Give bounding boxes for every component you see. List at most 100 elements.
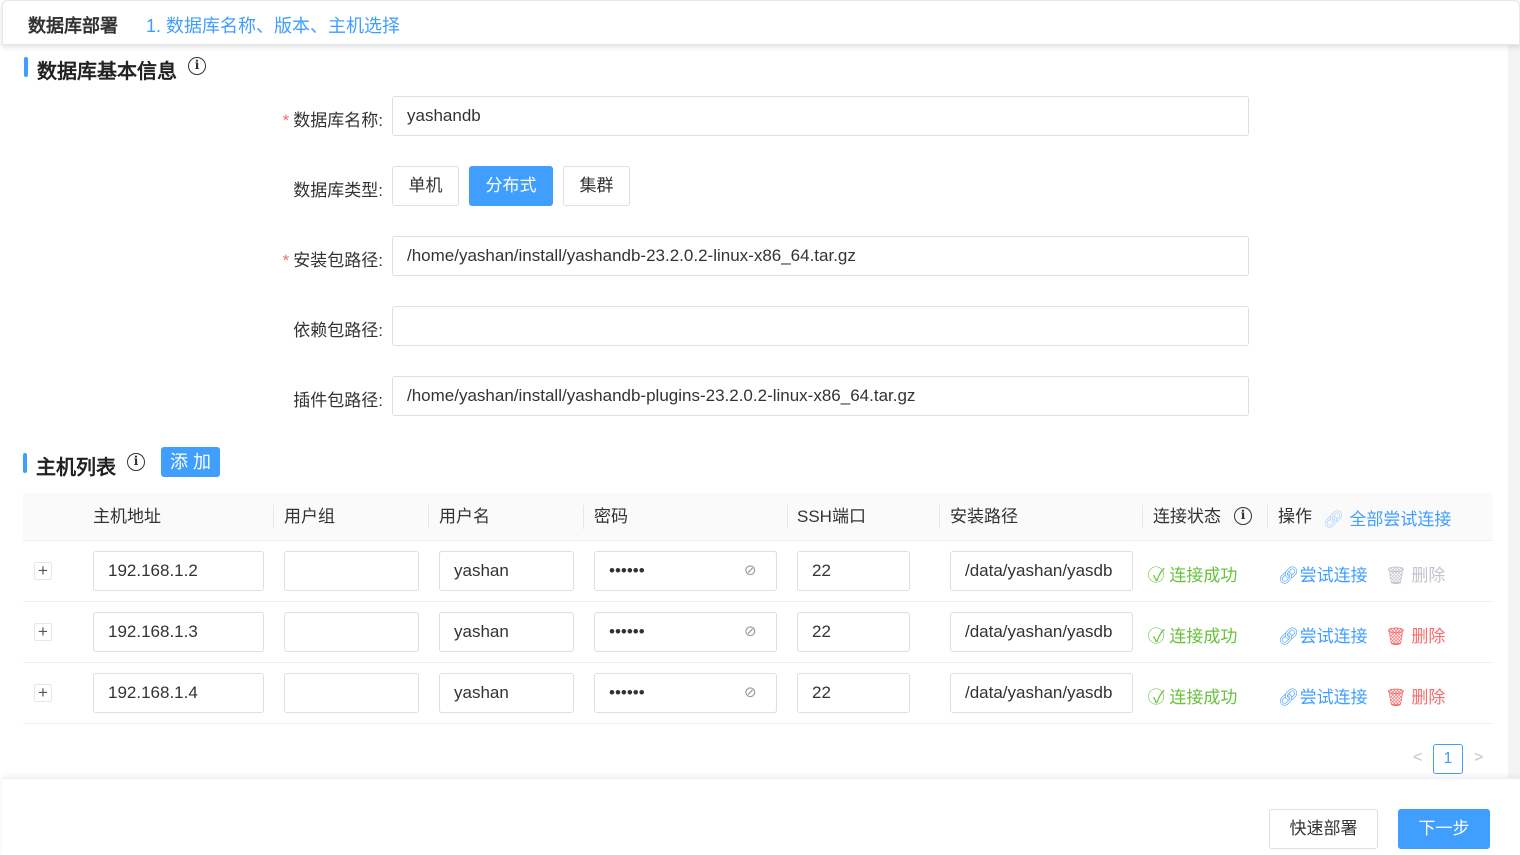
info-icon[interactable]: i [188, 57, 206, 75]
host-address-input[interactable]: 192.168.1.2 [93, 551, 264, 591]
trash-icon: 🗑︎ [1385, 688, 1407, 707]
divider [583, 505, 584, 529]
basic-info-title: 数据库基本信息 [37, 61, 177, 83]
section-marker [24, 57, 28, 77]
ssh-port-input[interactable]: 22 [797, 551, 910, 591]
install-path-input[interactable]: /data/yashan/yasdb [950, 673, 1133, 713]
dep-path-label: 依赖包路径: [293, 321, 383, 340]
check-circle-icon: ✓⃝ [1153, 627, 1165, 646]
install-path-label: * 安装包路径: [183, 246, 383, 271]
divider [23, 540, 1493, 541]
username-input[interactable]: yashan [439, 612, 574, 652]
host-list-title: 主机列表 [36, 457, 116, 479]
host-address-input[interactable]: 192.168.1.3 [93, 612, 264, 652]
info-icon[interactable]: i [127, 453, 145, 471]
status-text: 连接成功 [1169, 566, 1238, 585]
user-group-input[interactable] [284, 612, 419, 652]
expand-row-button[interactable]: + [34, 562, 52, 580]
next-step-button[interactable]: 下一步 [1398, 809, 1490, 849]
top-bar: 数据库部署 1. 数据库名称、版本、主机选择 [2, 0, 1520, 45]
check-circle-icon: ✓⃝ [1153, 688, 1165, 707]
test-all-label: 全部尝试连接 [1349, 510, 1452, 529]
col-status: 连接状态 [1153, 507, 1221, 526]
username-input[interactable]: yashan [439, 551, 574, 591]
link-icon: 🔗︎ [1323, 510, 1345, 529]
host-address-input[interactable]: 192.168.1.4 [93, 673, 264, 713]
status-badge: ✓⃝ 连接成功 [1153, 561, 1237, 586]
test-connection-button[interactable]: 🔗︎尝试连接 [1278, 683, 1368, 708]
col-user: 用户名 [439, 507, 490, 526]
next-page-button[interactable]: > [1474, 749, 1483, 767]
col-group: 用户组 [284, 507, 335, 526]
delete-button[interactable]: 🗑︎ 删除 [1385, 683, 1445, 708]
delete-label: 删除 [1411, 688, 1446, 707]
divider [23, 601, 1493, 602]
delete-button[interactable]: 🗑︎ 删除 [1385, 622, 1445, 647]
required-mark: * [282, 251, 290, 270]
type-cluster-button[interactable]: 集群 [563, 166, 630, 206]
user-group-input[interactable] [284, 673, 419, 713]
install-path-label-text: 安装包路径: [293, 251, 383, 270]
test-label: 尝试连接 [1299, 566, 1368, 585]
step-label: 1. 数据库名称、版本、主机选择 [146, 16, 401, 36]
plugin-path-input[interactable]: /home/yashan/install/yashandb-plugins-23… [392, 376, 1249, 416]
link-icon: 🔗︎ [1278, 688, 1300, 707]
expand-row-button[interactable]: + [34, 684, 52, 702]
db-type-label: 数据库类型: [293, 181, 383, 200]
divider [23, 723, 1493, 724]
ssh-port-input[interactable]: 22 [797, 612, 910, 652]
db-name-label: * 数据库名称: [183, 106, 383, 131]
eye-off-icon[interactable]: ⊘ [744, 622, 757, 640]
install-path-input[interactable]: /data/yashan/yasdb [950, 612, 1133, 652]
table-header [23, 493, 1493, 540]
col-install-path: 安装路径 [950, 507, 1018, 526]
trash-icon: 🗑︎ [1385, 627, 1407, 646]
col-host: 主机地址 [93, 507, 161, 526]
delete-button: 🗑︎ 删除 [1385, 561, 1445, 586]
link-icon: 🔗︎ [1278, 627, 1300, 646]
db-name-label-text: 数据库名称: [293, 111, 383, 130]
status-badge: ✓⃝ 连接成功 [1153, 622, 1237, 647]
expand-row-button[interactable]: + [34, 623, 52, 641]
page-1-button[interactable]: 1 [1433, 744, 1463, 774]
prev-page-button[interactable]: < [1413, 749, 1422, 767]
check-circle-icon: ✓⃝ [1153, 566, 1165, 585]
install-path-input[interactable]: /home/yashan/install/yashandb-23.2.0.2-l… [392, 236, 1249, 276]
divider [23, 662, 1493, 663]
test-all-button[interactable]: 🔗︎ 全部尝试连接 [1323, 505, 1451, 530]
divider [273, 505, 274, 529]
col-password: 密码 [594, 507, 628, 526]
quick-deploy-button[interactable]: 快速部署 [1269, 809, 1378, 849]
username-input[interactable]: yashan [439, 673, 574, 713]
section-marker [23, 453, 27, 473]
divider [1267, 505, 1268, 529]
eye-off-icon[interactable]: ⊘ [744, 683, 757, 701]
delete-label: 删除 [1411, 566, 1446, 585]
ssh-port-input[interactable]: 22 [797, 673, 910, 713]
type-standalone-button[interactable]: 单机 [392, 166, 459, 206]
add-host-button[interactable]: 添 加 [161, 447, 220, 477]
db-name-input[interactable]: yashandb [392, 96, 1249, 136]
dep-path-input[interactable] [392, 306, 1249, 346]
user-group-input[interactable] [284, 551, 419, 591]
divider [428, 505, 429, 529]
col-ssh-port: SSH端口 [797, 507, 866, 526]
eye-off-icon[interactable]: ⊘ [744, 561, 757, 579]
trash-icon: 🗑︎ [1385, 566, 1407, 585]
page-title: 数据库部署 [28, 16, 118, 36]
install-path-input[interactable]: /data/yashan/yasdb [950, 551, 1133, 591]
test-label: 尝试连接 [1299, 627, 1368, 646]
divider [939, 505, 940, 529]
link-icon: 🔗︎ [1278, 566, 1300, 585]
info-icon[interactable]: i [1234, 507, 1252, 525]
required-mark: * [282, 111, 290, 130]
status-badge: ✓⃝ 连接成功 [1153, 683, 1237, 708]
test-connection-button[interactable]: 🔗︎尝试连接 [1278, 622, 1368, 647]
test-connection-button[interactable]: 🔗︎尝试连接 [1278, 561, 1368, 586]
delete-label: 删除 [1411, 627, 1446, 646]
divider [787, 505, 788, 529]
divider [1142, 505, 1143, 529]
col-actions: 操作 [1278, 507, 1312, 526]
scrollbar[interactable] [1508, 45, 1520, 778]
type-distributed-button[interactable]: 分布式 [469, 166, 553, 206]
